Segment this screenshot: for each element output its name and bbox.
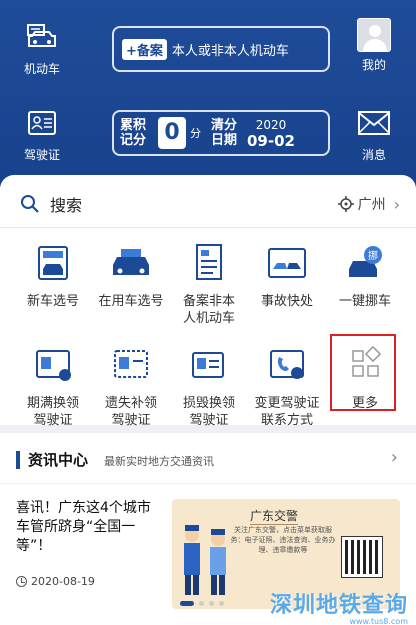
divider [0,227,416,228]
score-unit: 分 [190,127,201,140]
service-record-vehicle[interactable]: 备案非本 人机动车 [168,243,250,327]
service-label: 损毁换领 驾驶证 [182,396,235,428]
service-damaged-license[interactable]: 损毁换领 驾驶证 [168,345,250,429]
service-label: 事故快处 [260,294,313,309]
envelope-icon [358,111,390,135]
search-icon [21,195,39,213]
score-panel[interactable]: 累积 记分 0 分 清分 日期 2020 09-02 [112,110,330,156]
clock-icon [16,576,27,587]
service-move-car[interactable]: 挪 一键挪车 [324,243,406,310]
watermark-url: www.tus8.com [349,617,408,625]
service-lost-license[interactable]: 遗失补领 驾驶证 [90,345,172,429]
service-used-car-number[interactable]: 在用车选号 [90,243,172,310]
news-section: 资讯中心 最新实时地方交通资讯 › 喜讯！广东这4个城市车管所跻身“全国一等”！… [0,433,416,625]
service-new-car-number[interactable]: 新车选号 [12,243,94,310]
search-bar[interactable]: 搜索 广州 › [20,185,400,223]
message-button[interactable]: 消息 [344,108,404,163]
record-text: 本人或非本人机动车 [171,43,289,59]
license-damaged-icon [192,352,224,378]
service-label: 遗失补领 驾驶证 [104,396,157,428]
article-date: 2020-08-19 [16,575,95,588]
svg-text:挪: 挪 [368,249,378,262]
police-officers-illustration [184,525,226,595]
car-plate-icon [38,246,68,280]
license-icon [28,111,56,135]
banner-title: 广东交警 [250,509,299,525]
license-label: 驾驶证 [23,148,60,162]
profile-button[interactable]: 我的 [344,18,404,73]
banner-text: 关注广东交警，点击菜单获取服务：电子证照、违法查询、业务办理、违章缴款等 [230,526,336,554]
clear-date: 2020 09-02 [247,118,295,150]
document-icon [196,244,222,280]
carousel-dot [209,601,214,606]
search-label: 搜索 [50,196,83,215]
move-car-icon: 挪 [349,246,382,277]
score-value: 0 [158,117,186,149]
service-label: 一键挪车 [338,294,391,309]
location-icon [337,196,354,212]
watermark: 深圳地铁查询 [269,593,408,618]
license-lost-icon [114,350,148,378]
service-renew-license[interactable]: 期满换领 驾驶证 [12,345,94,429]
carousel-dot [219,601,224,606]
service-label: 在用车选号 [98,294,164,309]
vehicle-label: 机动车 [23,62,60,76]
record-tag: +备案 [122,38,167,60]
article-title[interactable]: 喜讯！广东这4个城市车管所跻身“全国一等”！ [16,499,156,556]
carousel-dot [180,601,194,606]
score-label: 累积 记分 [120,118,147,148]
news-subtitle: 最新实时地方交通资讯 [104,455,215,468]
accident-icon [268,248,306,278]
section-bar [16,450,20,469]
two-cars-icon [113,249,149,275]
chevron-right-icon: › [390,447,398,468]
service-accident[interactable]: 事故快处 [246,243,328,310]
service-label: 期满换领 驾驶证 [26,396,79,428]
service-label: 备案非本 人机动车 [182,294,235,326]
carousel-dots [180,601,224,606]
avatar [357,18,391,52]
service-change-contact[interactable]: 变更驾驶证 联系方式 [246,345,328,429]
service-label: 新车选号 [26,294,79,309]
clear-date-label: 清分 日期 [211,118,238,148]
qr-code-icon [341,536,383,578]
news-title: 资讯中心 [28,451,89,469]
more-highlight-box [330,334,396,411]
vehicle-icon [27,24,56,47]
carousel-dot [199,601,204,606]
divider [0,483,416,484]
profile-label: 我的 [361,58,386,72]
license-button[interactable]: 驾驶证 [12,108,72,163]
service-card: 搜索 广州 › 新车选号 在用车选号 备案非本 人机动车 事故快处 挪 一键挪车… [0,175,416,428]
news-header[interactable]: 资讯中心 最新实时地方交通资讯 › [16,447,400,470]
license-card-icon [36,350,71,381]
service-label: 变更驾驶证 联系方式 [254,396,320,428]
phone-card-icon [270,350,304,379]
message-label: 消息 [361,148,386,162]
city-label: 广州 [357,197,386,213]
record-vehicle-button[interactable]: +备案 本人或非本人机动车 [112,26,330,72]
chevron-right-icon: › [393,194,400,214]
vehicle-button[interactable]: 机动车 [12,22,72,77]
city-selector[interactable]: 广州 › [337,194,400,214]
